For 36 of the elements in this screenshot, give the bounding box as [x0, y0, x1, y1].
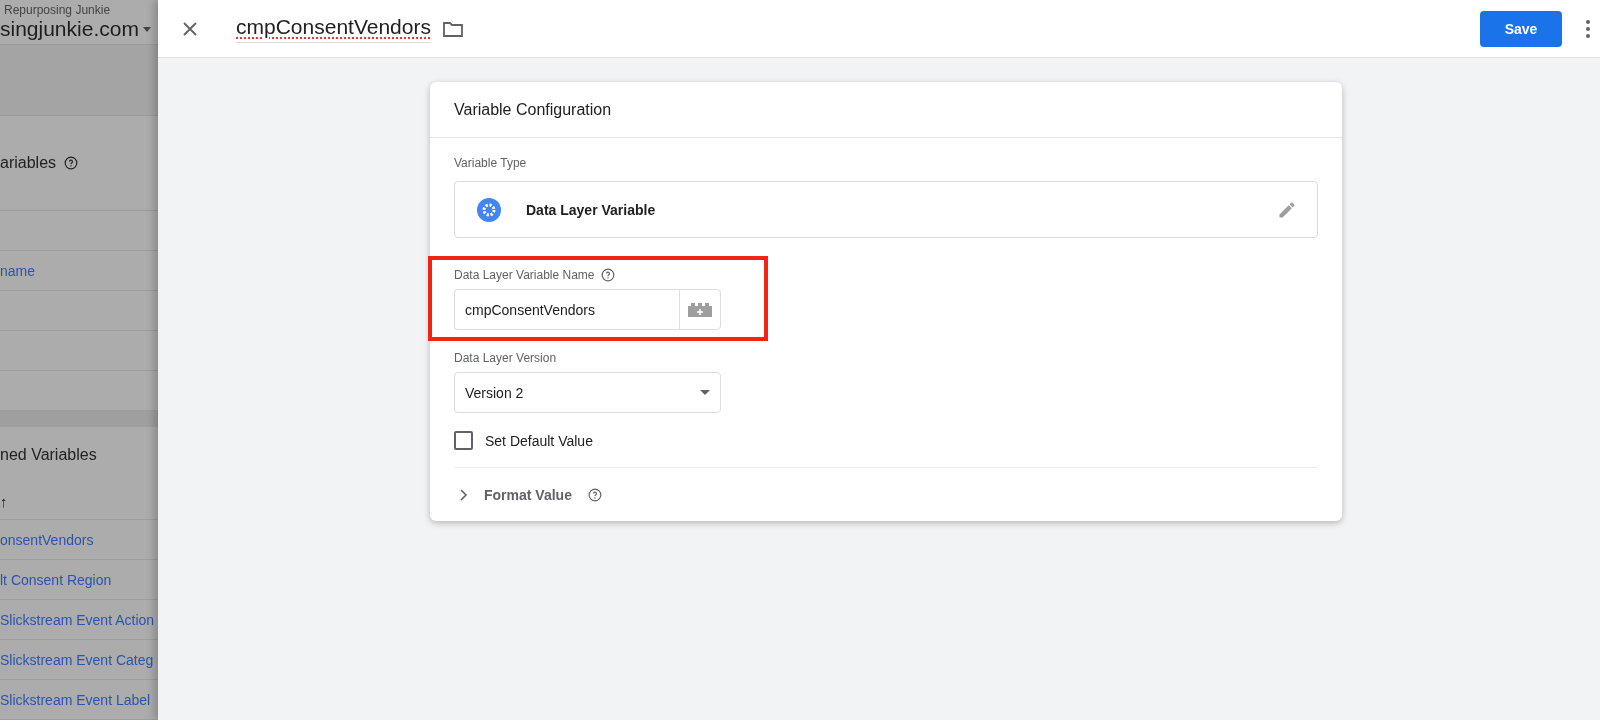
- variable-link[interactable]: Slickstream Event Categ: [0, 651, 154, 668]
- sort-arrow[interactable]: ↑: [0, 492, 8, 510]
- variable-name-field[interactable]: cmpConsentVendors: [454, 289, 679, 330]
- variable-link[interactable]: Slickstream Event Label: [0, 691, 151, 708]
- field-label: Data Layer Variable Name: [454, 268, 595, 282]
- card-title: Variable Configuration: [454, 100, 612, 119]
- field-label: Data Layer Version: [454, 351, 557, 365]
- save-button[interactable]: Save: [1480, 10, 1562, 47]
- help-icon[interactable]: [64, 156, 79, 170]
- variable-type-selector[interactable]: Data Layer Variable: [454, 181, 1318, 238]
- variable-title[interactable]: cmpConsentVendors: [236, 14, 431, 43]
- version-dropdown[interactable]: Version 2: [454, 372, 721, 413]
- checkbox[interactable]: [454, 431, 473, 450]
- checkbox-label[interactable]: Set Default Value: [485, 432, 593, 449]
- help-icon[interactable]: [587, 487, 602, 502]
- more-menu-icon[interactable]: [1586, 19, 1590, 38]
- section-title: ariables: [0, 154, 57, 172]
- section-toggle[interactable]: Format Value: [484, 486, 572, 503]
- close-icon[interactable]: [182, 20, 198, 37]
- insert-variable-button[interactable]: [679, 289, 721, 330]
- caret-icon[interactable]: [142, 26, 151, 32]
- variable-link[interactable]: Slickstream Event Action: [0, 611, 155, 628]
- brick-icon: [688, 302, 712, 317]
- help-icon[interactable]: [600, 268, 615, 282]
- variable-link[interactable]: name: [0, 262, 36, 279]
- container-name[interactable]: singjunkie.com: [0, 17, 139, 41]
- field-label: Variable Type: [454, 156, 527, 170]
- dropdown-caret-icon[interactable]: [700, 390, 710, 395]
- account-name: Repurposing Junkie: [3, 3, 112, 17]
- variable-link[interactable]: onsentVendors: [0, 531, 94, 548]
- pencil-icon[interactable]: [1277, 199, 1297, 220]
- section-title: ned Variables: [0, 446, 97, 464]
- chevron-icon[interactable]: [460, 488, 468, 501]
- variable-link[interactable]: lt Consent Region: [0, 571, 112, 588]
- gear-icon: [477, 197, 501, 222]
- folder-icon[interactable]: [442, 20, 463, 37]
